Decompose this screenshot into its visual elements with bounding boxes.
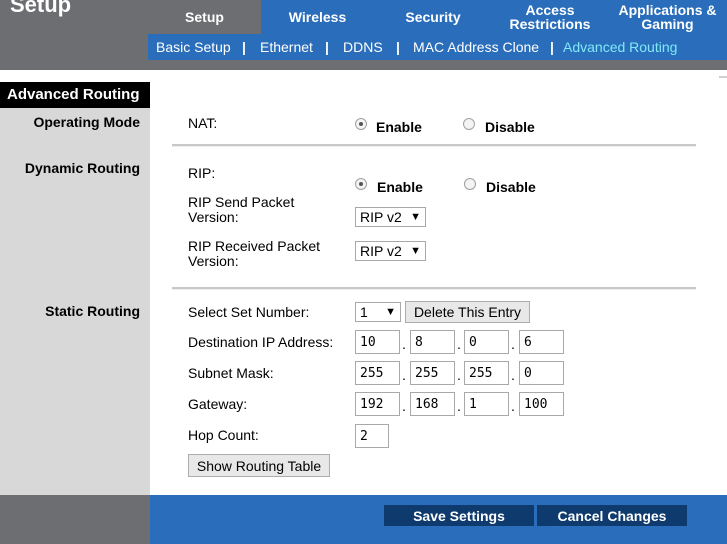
dest-ip-octet-4[interactable]: 6 [519, 330, 564, 354]
set-number-value: 1 [360, 304, 368, 320]
tab-security[interactable]: Security [374, 0, 492, 34]
footer-left [0, 495, 150, 544]
ip-dot: . [511, 367, 515, 383]
nat-disable-label: Disable [485, 119, 535, 135]
nat-enable-label: Enable [376, 119, 422, 135]
ip-dot: . [457, 398, 461, 414]
dynamic-routing-label: Dynamic Routing [24, 160, 140, 176]
rip-recv-version-label: RIP Received Packet Version: [188, 239, 320, 269]
ip-dot: . [511, 336, 515, 352]
main-tab-bar: Setup Wireless Security Access Restricti… [148, 0, 727, 34]
rip-enable-radio[interactable] [355, 178, 367, 190]
nat-disable-radio[interactable] [463, 118, 475, 130]
save-settings-button[interactable]: Save Settings [384, 505, 534, 526]
ip-dot: . [402, 367, 406, 383]
subtab-separator: | [325, 39, 329, 55]
tab-wireless[interactable]: Wireless [261, 0, 374, 34]
delete-entry-button[interactable]: Delete This Entry [405, 301, 530, 323]
dest-ip-octet-1[interactable]: 10 [355, 330, 400, 354]
subnet-octet-1[interactable]: 255 [355, 361, 400, 385]
gateway-octet-2[interactable]: 168 [410, 392, 455, 416]
subnet-mask-label: Subnet Mask: [188, 365, 274, 381]
rip-disable-radio[interactable] [464, 178, 476, 190]
gateway-octet-3[interactable]: 1 [464, 392, 509, 416]
tab-label: Applications & Gaming [618, 2, 717, 32]
gateway-octet-4[interactable]: 100 [519, 392, 564, 416]
tab-label: Wireless [288, 9, 347, 25]
dest-ip-octet-3[interactable]: 0 [464, 330, 509, 354]
rip-recv-version-select[interactable]: RIP v2 ▼ [355, 241, 426, 261]
subnet-octet-2[interactable]: 255 [410, 361, 455, 385]
rip-recv-version-label-line2: Version: [188, 253, 239, 269]
rip-label: RIP: [188, 165, 216, 181]
subtab-separator: | [396, 39, 400, 55]
sub-tab-bar: Basic Setup | Ethernet | DDNS | MAC Addr… [148, 34, 727, 60]
tab-setup[interactable]: Setup [148, 0, 261, 34]
right-strip [719, 70, 727, 495]
chevron-down-icon: ▼ [385, 306, 396, 318]
hop-count-label: Hop Count: [188, 427, 259, 443]
right-strip-divider [719, 76, 727, 78]
operating-mode-label: Operating Mode [33, 114, 140, 130]
rip-send-version-value: RIP v2 [360, 209, 402, 225]
tab-label: Access Restrictions [509, 2, 591, 32]
section-divider [172, 287, 696, 290]
rip-disable-label: Disable [486, 179, 536, 195]
subnet-octet-4[interactable]: 0 [519, 361, 564, 385]
select-set-label: Select Set Number: [188, 304, 310, 320]
nat-label: NAT: [188, 115, 218, 131]
ip-dot: . [511, 398, 515, 414]
tab-applications-gaming[interactable]: Applications & Gaming [608, 0, 727, 34]
tab-access-restrictions[interactable]: Access Restrictions [492, 0, 608, 34]
chevron-down-icon: ▼ [410, 245, 421, 257]
rip-send-version-select[interactable]: RIP v2 ▼ [355, 207, 426, 227]
rip-send-version-label-line2: Version: [188, 209, 239, 225]
set-number-select[interactable]: 1 ▼ [355, 302, 401, 322]
dest-ip-octet-2[interactable]: 8 [410, 330, 455, 354]
subtab-basic-setup[interactable]: Basic Setup [156, 39, 231, 55]
rip-send-version-label: RIP Send Packet Version: [188, 195, 294, 225]
cancel-changes-button[interactable]: Cancel Changes [537, 505, 687, 526]
subtab-advanced-routing[interactable]: Advanced Routing [563, 39, 677, 55]
rip-recv-version-label-line1: RIP Received Packet [188, 238, 321, 254]
subnet-octet-3[interactable]: 255 [464, 361, 509, 385]
page-title: Setup [10, 0, 72, 17]
ip-dot: . [457, 367, 461, 383]
rip-recv-version-value: RIP v2 [360, 243, 402, 259]
subtab-separator: | [242, 39, 246, 55]
section-divider [172, 144, 696, 147]
subtab-ddns[interactable]: DDNS [343, 39, 383, 55]
rip-send-version-label-line1: RIP Send Packet [188, 194, 295, 210]
rip-enable-label: Enable [377, 179, 423, 195]
dest-ip-label: Destination IP Address: [188, 334, 334, 350]
subtab-mac-address-clone[interactable]: MAC Address Clone [413, 39, 539, 55]
show-routing-table-button[interactable]: Show Routing Table [188, 454, 330, 477]
gateway-label: Gateway: [188, 396, 248, 412]
left-spacer [0, 70, 150, 82]
ip-dot: . [402, 398, 406, 414]
section-title: Advanced Routing [7, 86, 140, 103]
hop-count-input[interactable]: 2 [355, 424, 389, 448]
chevron-down-icon: ▼ [410, 211, 421, 223]
tab-label: Security [405, 9, 461, 25]
subtab-ethernet[interactable]: Ethernet [260, 39, 313, 55]
tab-label: Setup [185, 9, 224, 25]
static-routing-label: Static Routing [45, 303, 140, 319]
gateway-octet-1[interactable]: 192 [355, 392, 400, 416]
ip-dot: . [402, 336, 406, 352]
subtab-separator: | [550, 39, 554, 55]
nat-enable-radio[interactable] [355, 118, 367, 130]
ip-dot: . [457, 336, 461, 352]
